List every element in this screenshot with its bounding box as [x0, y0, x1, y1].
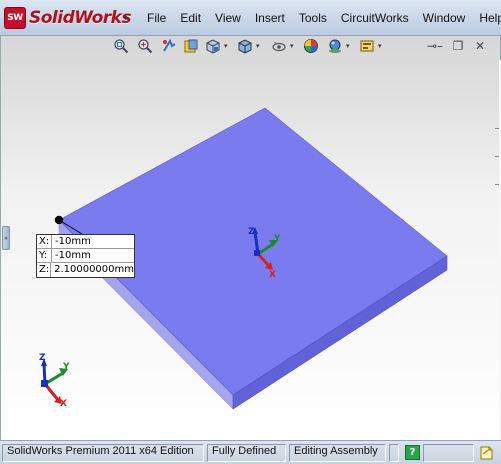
edge-tick	[495, 184, 499, 185]
edge-tick	[495, 128, 499, 129]
menu-window[interactable]: Window	[416, 11, 473, 25]
apply-scene-dropdown-icon[interactable]: ▾	[346, 42, 350, 50]
app-name: SolidWorks	[29, 8, 132, 28]
coordinate-row-y: Y: -10mm	[37, 249, 134, 263]
view-orientation-dropdown-icon[interactable]: ▾	[224, 42, 228, 50]
status-empty-cell	[423, 444, 474, 462]
zoom-to-fit-icon[interactable]	[112, 37, 130, 55]
edge-tick	[495, 156, 499, 157]
coordinate-value-z: 2.10000000mm	[54, 264, 134, 275]
view-settings-dropdown-icon[interactable]: ▾	[378, 42, 382, 50]
close-button[interactable]: ✕	[472, 38, 488, 54]
zoom-to-area-icon[interactable]	[136, 37, 154, 55]
status-edit-mode: Editing Assembly	[289, 444, 386, 462]
coordinate-value-x: -10mm	[55, 236, 91, 247]
reference-triad-y-label: Y	[63, 362, 70, 372]
edit-appearance-icon[interactable]	[302, 37, 320, 55]
origin-triad-x-label: X	[269, 270, 276, 280]
solidworks-logo[interactable]: SW SolidWorks	[4, 6, 132, 30]
menu-file[interactable]: File	[140, 11, 173, 25]
menu-items: File Edit View Insert Tools CircuitWorks…	[140, 11, 501, 25]
coordinate-tooltip: X: -10mm Y: -10mm Z: 2.10000000mm	[36, 234, 135, 278]
origin-triad-z-label: Z	[248, 227, 255, 237]
quick-help-icon[interactable]: ?	[405, 445, 420, 460]
menu-circuitworks[interactable]: CircuitWorks	[334, 11, 416, 25]
status-bar: SolidWorks Premium 2011 x64 Edition Full…	[0, 440, 501, 464]
coordinate-value-y: -10mm	[55, 250, 91, 261]
origin-triad-y-label: Y	[274, 234, 281, 244]
display-style-dropdown-icon[interactable]: ▾	[256, 42, 260, 50]
expand-chevron-icon: »	[4, 234, 8, 242]
previous-view-icon[interactable]	[160, 37, 178, 55]
minimize-button[interactable]: –	[432, 38, 448, 54]
menu-tools[interactable]: Tools	[292, 11, 334, 25]
view-orientation-icon[interactable]	[204, 37, 222, 55]
menu-help[interactable]: Help	[472, 11, 501, 25]
menu-view[interactable]: View	[208, 11, 248, 25]
menu-edit[interactable]: Edit	[173, 11, 208, 25]
view-settings-icon[interactable]	[358, 37, 376, 55]
coordinate-label: Z:	[39, 263, 52, 277]
coordinate-label: X:	[37, 235, 52, 248]
feature-manager-expand-handle[interactable]: »	[2, 226, 10, 250]
status-edition: SolidWorks Premium 2011 x64 Edition	[2, 444, 204, 462]
apply-scene-icon[interactable]	[326, 37, 344, 55]
coordinate-row-z: Z: 2.10000000mm	[37, 263, 134, 277]
solidworks-logo-icon: SW	[4, 7, 26, 29]
rebuild-notes-icon[interactable]	[478, 445, 494, 461]
hide-show-items-icon[interactable]	[270, 37, 288, 55]
section-view-icon[interactable]	[182, 37, 200, 55]
reference-triad-z-label: Z	[39, 353, 46, 363]
menu-bar: SW SolidWorks ▸ File Edit View Insert To…	[0, 0, 501, 36]
status-spacer	[389, 444, 399, 462]
menu-pin-arrow-icon[interactable]: ▸	[125, 13, 130, 23]
menu-insert[interactable]: Insert	[248, 11, 292, 25]
restore-button[interactable]: ❐	[450, 38, 466, 54]
hide-show-dropdown-icon[interactable]: ▾	[290, 42, 294, 50]
status-sketch-state: Fully Defined	[207, 444, 286, 462]
coordinate-row-x: X: -10mm	[37, 235, 134, 249]
reference-triad-x-label: X	[60, 399, 67, 409]
display-style-icon[interactable]	[236, 37, 254, 55]
coordinate-label: Y:	[37, 249, 52, 262]
